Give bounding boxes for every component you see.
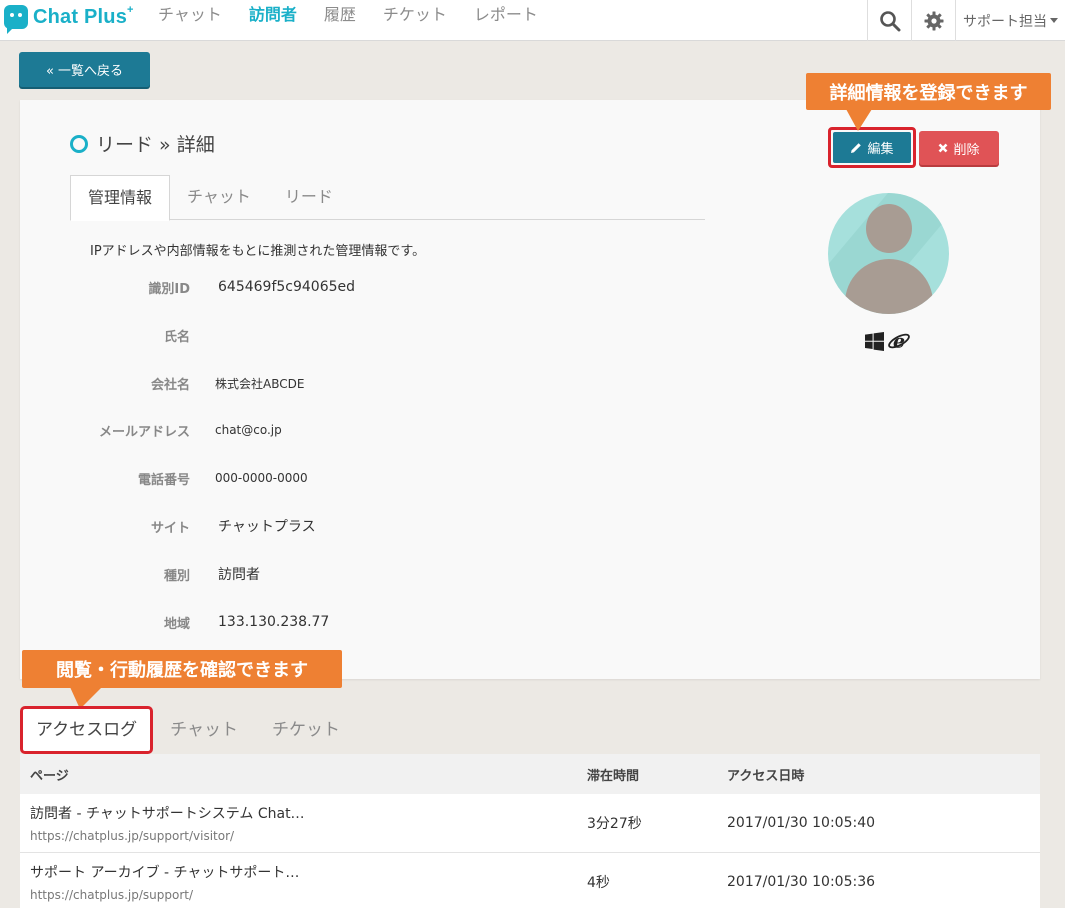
field-row-email: メールアドレス chat@co.jp bbox=[20, 420, 282, 440]
tab-management-info[interactable]: 管理情報 bbox=[70, 175, 171, 221]
field-label: サイト bbox=[150, 520, 190, 536]
column-header-page[interactable]: ページ bbox=[20, 765, 587, 784]
callout-pointer bbox=[846, 109, 872, 131]
edit-label: 編集 bbox=[867, 142, 894, 157]
field-row-id: 識別ID 645469f5c94065ed bbox=[20, 277, 355, 297]
edit-callout: 詳細情報を登録できます bbox=[806, 73, 1051, 110]
field-value: 133.130.238.77 bbox=[218, 614, 330, 630]
back-to-list-button[interactable]: « 一覧へ戻る bbox=[19, 52, 150, 87]
field-value: 000-0000-0000 bbox=[215, 471, 308, 485]
nav-item-reports[interactable]: レポート bbox=[474, 0, 538, 41]
page-title-link[interactable]: 訪問者 - チャットサポートシステム Chat… bbox=[30, 803, 587, 823]
pencil-icon bbox=[851, 142, 862, 153]
delete-label: 削除 bbox=[953, 142, 980, 158]
search-icon bbox=[879, 10, 900, 31]
column-header-datetime[interactable]: アクセス日時 bbox=[727, 765, 1040, 784]
field-value: チャットプラス bbox=[218, 519, 316, 535]
field-label: 氏名 bbox=[163, 329, 190, 345]
datetime-cell: 2017/01/30 10:05:36 bbox=[727, 874, 876, 890]
circle-icon bbox=[70, 134, 88, 153]
main-nav: チャット 訪問者 履歴 チケット レポート bbox=[158, 0, 565, 41]
table-header: ページ 滞在時間 アクセス日時 bbox=[20, 754, 1040, 794]
field-row-name: 氏名 bbox=[20, 325, 218, 345]
field-value: chat@co.jp bbox=[215, 423, 282, 437]
field-value: 645469f5c94065ed bbox=[218, 279, 356, 295]
search-button[interactable] bbox=[867, 0, 911, 41]
field-label: 地域 bbox=[163, 616, 190, 632]
table-row: 訪問者 - チャットサポートシステム Chat… https://chatplu… bbox=[20, 794, 1040, 853]
duration-cell: 3分27秒 bbox=[587, 816, 642, 832]
info-description: IPアドレスや内部情報をもとに推測された管理情報です。 bbox=[90, 244, 426, 259]
detail-tabs: 管理情報 チャット リード bbox=[70, 175, 705, 221]
field-value: 株式会社ABCDE bbox=[215, 376, 305, 391]
tab-chat[interactable]: チャット bbox=[170, 175, 268, 220]
page-title-link[interactable]: サポート アーカイブ - チャットサポート… bbox=[30, 862, 587, 882]
tab-ticket-log[interactable]: チケット bbox=[255, 708, 357, 752]
field-row-type: 種別 訪問者 bbox=[20, 564, 260, 584]
edit-button[interactable]: 編集 bbox=[833, 132, 911, 163]
access-log-callout: 閲覧・行動履歴を確認できます bbox=[22, 650, 342, 688]
table-row: サポート アーカイブ - チャットサポート… https://chatplus.… bbox=[20, 853, 1040, 908]
nav-item-history[interactable]: 履歴 bbox=[324, 0, 356, 41]
column-header-duration[interactable]: 滞在時間 bbox=[587, 765, 727, 784]
field-label: 識別ID bbox=[148, 281, 190, 297]
chat-bubble-icon bbox=[4, 5, 28, 34]
environment-icons: e bbox=[865, 330, 911, 352]
field-label: 会社名 bbox=[150, 377, 190, 393]
tab-chat-log[interactable]: チャット bbox=[153, 708, 255, 752]
settings-button[interactable] bbox=[911, 0, 955, 41]
field-row-company: 会社名 株式会社ABCDE bbox=[20, 373, 304, 393]
datetime-cell: 2017/01/30 10:05:40 bbox=[727, 815, 876, 831]
log-tabs: アクセスログ チャット チケット bbox=[20, 706, 357, 754]
nav-item-chat[interactable]: チャット bbox=[158, 0, 222, 41]
tab-access-log[interactable]: アクセスログ bbox=[20, 706, 154, 754]
windows-icon bbox=[865, 331, 884, 351]
nav-item-visitors[interactable]: 訪問者 bbox=[249, 0, 297, 41]
field-value: 訪問者 bbox=[218, 567, 260, 583]
close-icon bbox=[939, 143, 948, 153]
lead-detail-panel: リード » 詳細 管理情報 チャット リード IPアドレスや内部情報をもとに推測… bbox=[20, 100, 1040, 679]
page-url: https://chatplus.jp/support/ bbox=[30, 888, 194, 902]
field-row-site: サイト チャットプラス bbox=[20, 516, 316, 536]
internet-explorer-icon: e bbox=[888, 331, 910, 353]
field-label: 種別 bbox=[163, 568, 190, 584]
user-menu-dropdown[interactable]: サポート担当 bbox=[955, 0, 1065, 41]
delete-button[interactable]: 削除 bbox=[919, 131, 999, 165]
svg-text:e: e bbox=[893, 331, 905, 353]
chatplus-logo[interactable]: Chat Plus+ bbox=[4, 3, 134, 34]
field-label: 電話番号 bbox=[137, 472, 190, 488]
nav-item-tickets[interactable]: チケット bbox=[383, 0, 447, 41]
duration-cell: 4秒 bbox=[587, 875, 610, 891]
top-navigation-bar: Chat Plus+ チャット 訪問者 履歴 チケット レポート サポート担当 bbox=[0, 0, 1065, 41]
page-title: リード » 詳細 bbox=[70, 130, 215, 157]
field-label: メールアドレス bbox=[98, 424, 190, 440]
brand-mark: + bbox=[127, 3, 134, 16]
user-menu-label: サポート担当 bbox=[963, 13, 1047, 30]
field-row-region: 地域 133.130.238.77 bbox=[20, 612, 329, 632]
avatar bbox=[828, 193, 949, 314]
tab-lead[interactable]: リード bbox=[268, 175, 350, 220]
brand-name: Chat Plus bbox=[33, 5, 128, 28]
gear-icon bbox=[924, 11, 943, 30]
field-row-phone: 電話番号 000-0000-0000 bbox=[20, 468, 308, 488]
page-url: https://chatplus.jp/support/visitor/ bbox=[30, 829, 235, 843]
page-title-text: リード » 詳細 bbox=[96, 134, 215, 156]
caret-down-icon bbox=[1050, 18, 1058, 23]
access-log-table: ページ 滞在時間 アクセス日時 訪問者 - チャットサポートシステム Chat…… bbox=[20, 754, 1040, 908]
